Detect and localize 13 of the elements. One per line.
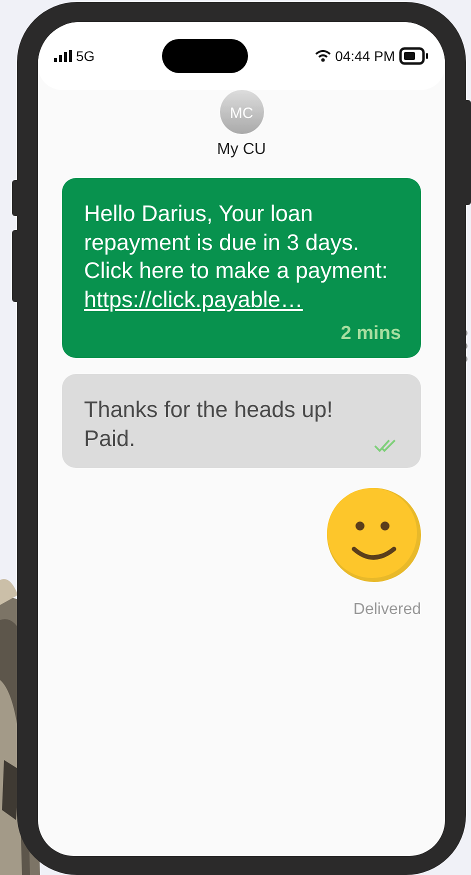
message-text: Hello Darius, Your loan repayment is due in 3 days. Click here to make a payment: https://click.payable… — [84, 200, 389, 314]
clock-time: 04:44 PM — [335, 46, 395, 66]
wifi-icon — [315, 50, 332, 62]
message-time: 2 mins — [340, 322, 401, 346]
smiley-sticker-icon — [327, 488, 421, 582]
message-text: Thanks for the heads up! Paid. — [84, 396, 334, 453]
delivery-status: Delivered — [353, 600, 421, 620]
payment-link[interactable]: https://click.payable… — [84, 286, 303, 312]
signal-icon — [54, 50, 72, 62]
contact-avatar: MC — [220, 90, 264, 134]
battery-icon — [399, 47, 429, 65]
network-label: 5G — [76, 46, 95, 66]
contact-name: My CU — [217, 140, 266, 160]
